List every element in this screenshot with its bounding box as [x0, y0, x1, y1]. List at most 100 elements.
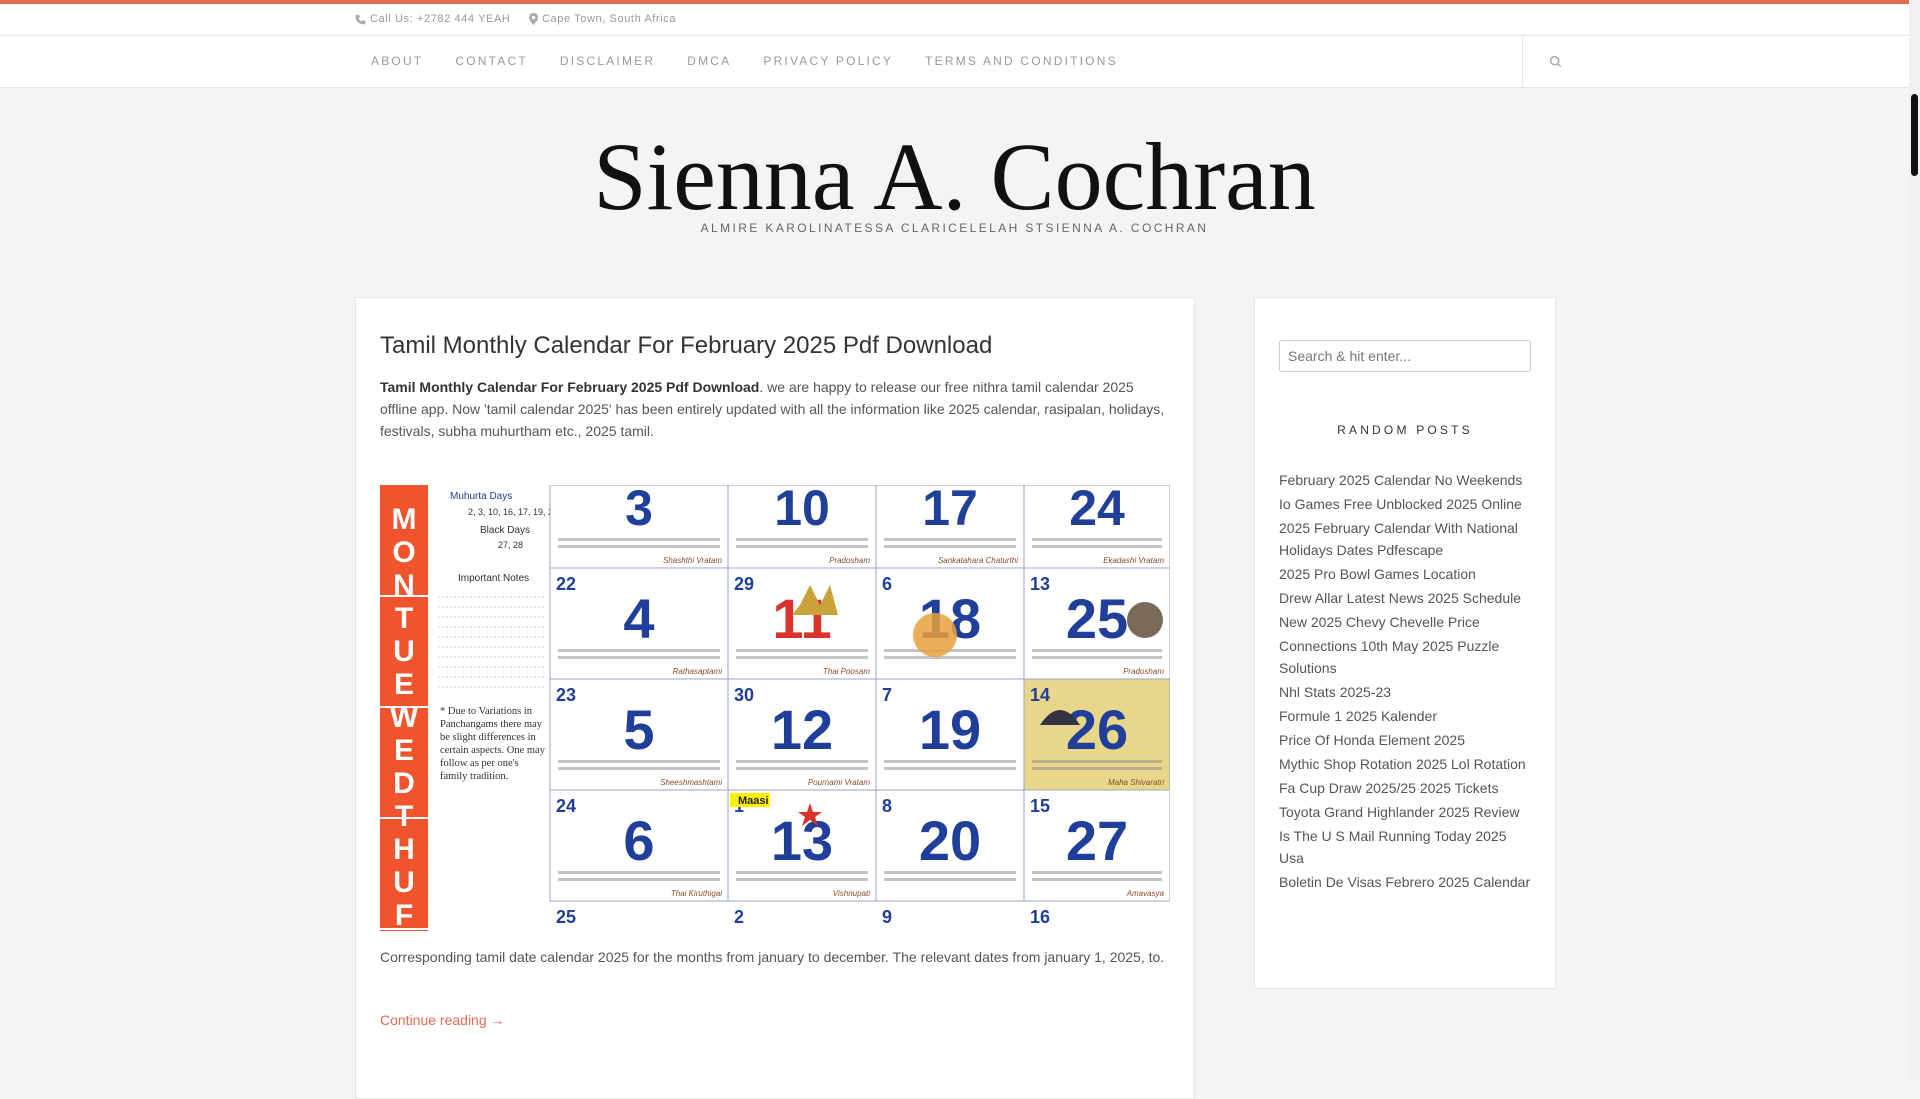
tamil-date: 22: [556, 574, 576, 594]
festival-label: Ekadashi Vratam: [1103, 556, 1164, 565]
list-item: Io Games Free Unblocked 2025 Online: [1279, 493, 1535, 515]
list-item: Is The U S Mail Running Today 2025 Usa: [1279, 825, 1535, 869]
panchang-line: [558, 538, 720, 541]
random-posts-heading: RANDOM POSTS: [1337, 423, 1473, 437]
festival-label: Thai Kiruthigai: [671, 889, 722, 898]
calendar-date-number: 6: [623, 809, 654, 872]
festival-label: Vishnupati: [833, 889, 870, 898]
random-posts-list: February 2025 Calendar No Weekends Io Ga…: [1279, 469, 1535, 895]
tamil-date: 8: [882, 796, 892, 816]
weekday-letter: H: [393, 833, 415, 866]
panchang-line: [1032, 878, 1162, 881]
random-post-link[interactable]: Io Games Free Unblocked 2025 Online: [1279, 496, 1522, 512]
portrait-icon: [1127, 602, 1163, 638]
scrollbar-thumb[interactable]: [1911, 94, 1918, 176]
nav-item-contact[interactable]: CONTACT: [439, 36, 544, 87]
continue-reading-link[interactable]: Continue reading →: [380, 1012, 505, 1028]
notes-label: Important Notes: [458, 573, 529, 584]
tamil-date: 23: [556, 685, 576, 705]
tamil-date: 25: [556, 907, 576, 927]
sidebar-search-input[interactable]: [1279, 340, 1531, 372]
random-post-link[interactable]: Price Of Honda Element 2025: [1279, 732, 1465, 748]
random-post-link[interactable]: Mythic Shop Rotation 2025 Lol Rotation: [1279, 756, 1526, 772]
random-post-link[interactable]: 2025 February Calendar With National Hol…: [1279, 520, 1518, 558]
panchang-line: [884, 538, 1016, 541]
nav-item-privacy-policy[interactable]: PRIVACY POLICY: [747, 36, 909, 87]
random-post-link[interactable]: Fa Cup Draw 2025/25 2025 Tickets: [1279, 780, 1498, 796]
nav-item-about[interactable]: ABOUT: [355, 36, 439, 87]
site-description: ALMIRE KAROLINATESSA CLARICELELAH STSIEN…: [700, 221, 1209, 235]
variation-note: * Due to Variations in Panchangams there…: [440, 706, 545, 782]
post-after-text: Corresponding tamil date calendar 2025 f…: [380, 949, 1165, 965]
random-post-link[interactable]: 2025 Pro Bowl Games Location: [1279, 566, 1476, 582]
festival-label: Pradosham: [1123, 667, 1164, 676]
panchang-line: [736, 878, 868, 881]
location-info: Cape Town, South Africa: [529, 13, 676, 25]
list-item: Connections 10th May 2025 Puzzle Solutio…: [1279, 635, 1535, 679]
post-card: Tamil Monthly Calendar For February 2025…: [355, 297, 1195, 1099]
tamil-date: 7: [882, 685, 892, 705]
weekday-letter: D: [393, 767, 415, 800]
nav-search-button[interactable]: [1522, 36, 1588, 87]
panchang-line: [884, 871, 1016, 874]
list-item: Mythic Shop Rotation 2025 Lol Rotation: [1279, 753, 1535, 775]
calendar-date-number: 11: [772, 587, 831, 650]
panchang-line: [736, 538, 868, 541]
black-days: 27, 28: [498, 540, 523, 550]
calendar-date-number: 24: [1069, 485, 1125, 536]
panchang-line: [558, 545, 720, 548]
weekday-letter: T: [395, 800, 413, 833]
post-title[interactable]: Tamil Monthly Calendar For February 2025…: [380, 332, 992, 360]
tamil-date: 15: [1030, 796, 1050, 816]
list-item: Boletin De Visas Febrero 2025 Calendar: [1279, 871, 1535, 893]
calendar-date-number: 26: [1066, 698, 1128, 761]
site-title[interactable]: Sienna A. Cochran: [0, 122, 1909, 232]
panchang-line: [1032, 871, 1162, 874]
nav-item-terms[interactable]: TERMS AND CONDITIONS: [909, 36, 1134, 87]
festival-label: Sankatahara Chaturthi: [938, 556, 1018, 565]
list-item: Fa Cup Draw 2025/25 2025 Tickets: [1279, 777, 1535, 799]
list-item: Formule 1 2025 Kalender: [1279, 705, 1535, 727]
panchang-line: [558, 656, 720, 659]
festival-label: Thai Poosam: [823, 667, 870, 676]
random-post-link[interactable]: February 2025 Calendar No Weekends: [1279, 472, 1522, 488]
random-post-link[interactable]: Boletin De Visas Febrero 2025 Calendar: [1279, 874, 1530, 890]
tamil-date: 6: [882, 574, 892, 594]
list-item: New 2025 Chevy Chevelle Price: [1279, 611, 1535, 633]
map-pin-icon: [529, 13, 538, 25]
tamil-date: 24: [556, 796, 576, 816]
deity-icon: [913, 613, 957, 657]
nav-item-disclaimer[interactable]: DISCLAIMER: [544, 36, 671, 87]
panchang-line: [736, 760, 868, 763]
weekday-letter: E: [394, 668, 414, 701]
festival-label: Pournami Vratam: [808, 778, 870, 787]
calendar-date-number: 19: [919, 698, 981, 761]
panchang-line: [558, 649, 720, 652]
post-calendar-image[interactable]: MONTUEWEDTHUF Muhurta Days 2, 3, 10, 16,…: [380, 485, 1170, 931]
random-post-link[interactable]: Nhl Stats 2025-23: [1279, 684, 1391, 700]
weekday-letter: O: [392, 536, 415, 569]
variation-note-box: * Due to Variations in Panchangams there…: [440, 706, 545, 782]
calendar-illustration: MONTUEWEDTHUF Muhurta Days 2, 3, 10, 16,…: [380, 485, 1170, 931]
black-label: Black Days: [480, 525, 530, 536]
sidebar: RANDOM POSTS February 2025 Calendar No W…: [1254, 297, 1556, 989]
nav-item-dmca[interactable]: DMCA: [671, 36, 747, 87]
random-post-link[interactable]: New 2025 Chevy Chevelle Price: [1279, 614, 1480, 630]
random-post-link[interactable]: Connections 10th May 2025 Puzzle Solutio…: [1279, 638, 1499, 676]
random-post-link[interactable]: Is The U S Mail Running Today 2025 Usa: [1279, 828, 1507, 866]
panchang-line: [1032, 545, 1162, 548]
list-item: 2025 February Calendar With National Hol…: [1279, 517, 1535, 561]
calendar-date-number: 12: [771, 698, 833, 761]
panchang-line: [884, 878, 1016, 881]
main-navigation: ABOUT CONTACT DISCLAIMER DMCA PRIVACY PO…: [0, 36, 1909, 88]
scrollbar[interactable]: [1909, 0, 1920, 1080]
phone-text: Call Us: +2782 444 YEAH: [370, 13, 511, 25]
random-post-link[interactable]: Formule 1 2025 Kalender: [1279, 708, 1437, 724]
panchang-line: [558, 871, 720, 874]
weekday-letter: T: [395, 602, 413, 635]
list-item: 2025 Pro Bowl Games Location: [1279, 563, 1535, 585]
random-post-link[interactable]: Toyota Grand Highlander 2025 Review: [1279, 804, 1519, 820]
random-post-link[interactable]: Drew Allar Latest News 2025 Schedule: [1279, 590, 1521, 606]
calendar-date-number: 10: [774, 485, 830, 536]
top-info-bar: Call Us: +2782 444 YEAH Cape Town, South…: [0, 4, 1909, 36]
